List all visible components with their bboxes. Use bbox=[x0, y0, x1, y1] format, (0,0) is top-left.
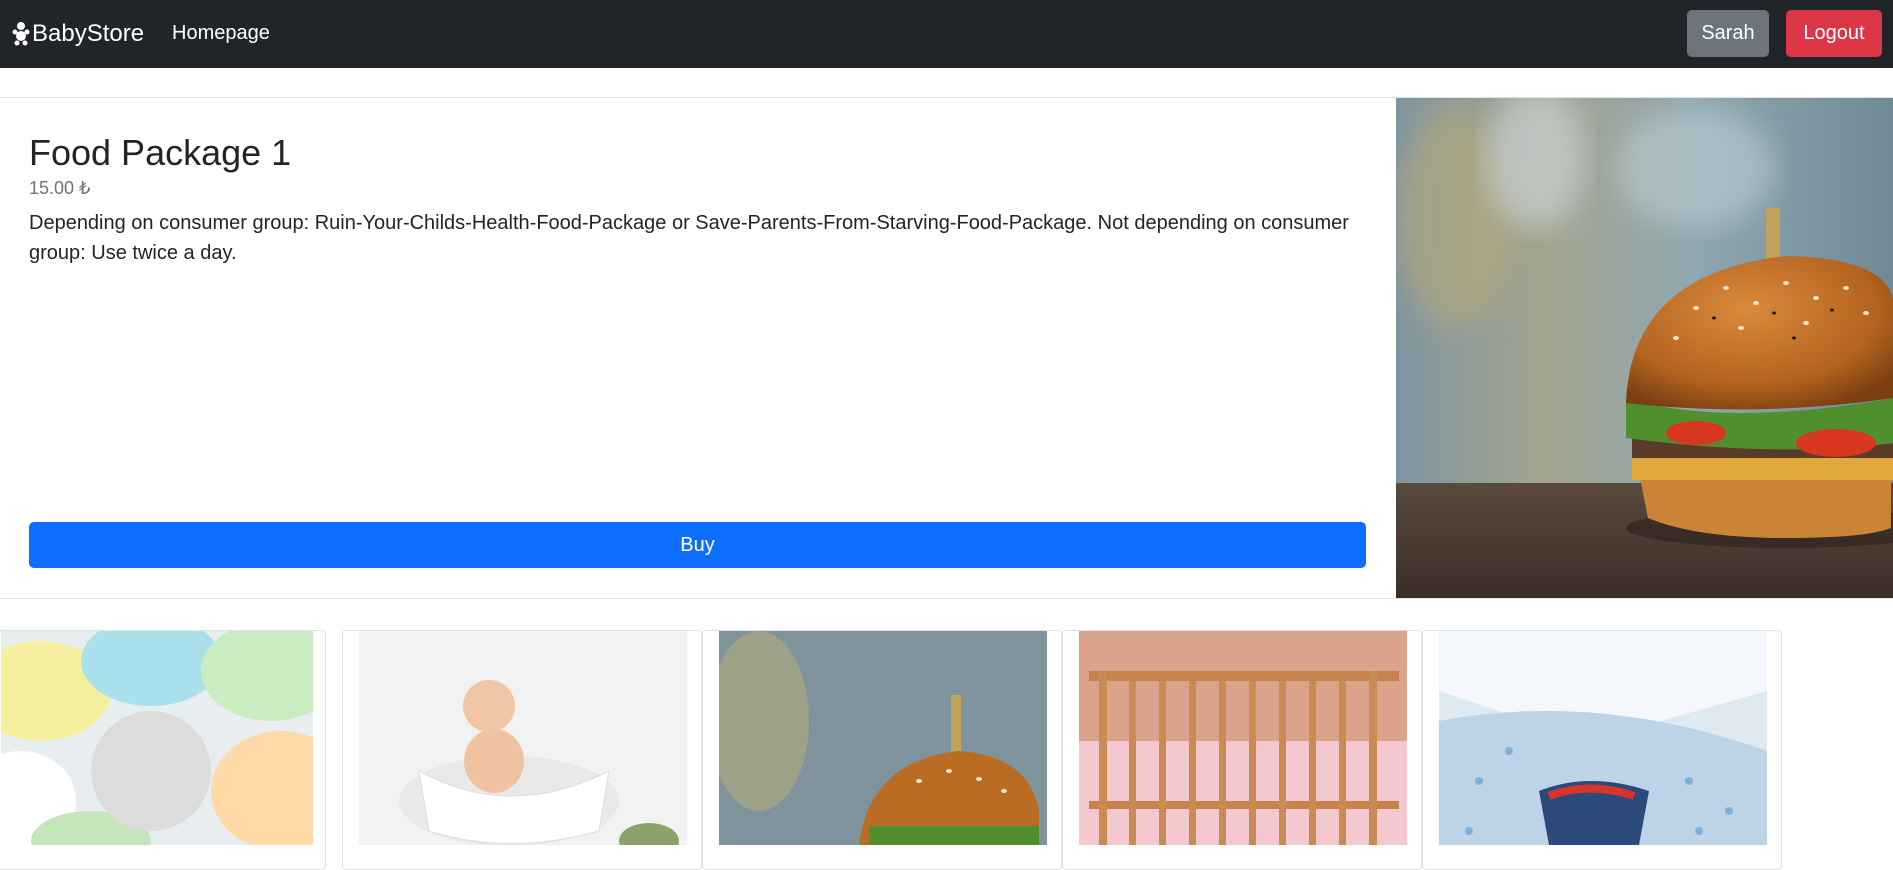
product-description: Depending on consumer group: Ruin-Your-C… bbox=[29, 212, 1349, 264]
baby-in-bathtub-image bbox=[359, 631, 687, 845]
product-card: Food Package 1 15.00 ₺ Depending on cons… bbox=[0, 97, 1893, 599]
brand-link[interactable]: BabyStore bbox=[12, 19, 144, 49]
product-card-body: Food Package 1 15.00 ₺ Depending on cons… bbox=[0, 98, 1396, 598]
navbar: BabyStore Homepage Sarah Logout bbox=[0, 0, 1893, 68]
thumbnail-card[interactable] bbox=[0, 630, 326, 870]
wooden-crib-image bbox=[1079, 631, 1407, 845]
thumbnail-card[interactable] bbox=[702, 630, 1062, 870]
brand-name: BabyStore bbox=[32, 20, 145, 47]
baby-clothes-image bbox=[1439, 631, 1767, 845]
thumbnail-card[interactable] bbox=[1062, 630, 1422, 870]
burger-image bbox=[719, 631, 1047, 845]
burger-image bbox=[1396, 98, 1893, 598]
cloth-diapers-image bbox=[1, 631, 313, 845]
product-title: Food Package 1 bbox=[29, 132, 292, 173]
product-price: 15.00 ₺ bbox=[29, 178, 91, 198]
thumbnail-card[interactable] bbox=[1422, 630, 1782, 870]
thumbnail-card[interactable] bbox=[342, 630, 702, 870]
product-thumbnails bbox=[0, 630, 1893, 870]
user-button[interactable]: Sarah bbox=[1687, 10, 1769, 57]
baby-icon bbox=[12, 20, 30, 48]
nav-homepage-link[interactable]: Homepage bbox=[172, 22, 270, 45]
logout-button[interactable]: Logout bbox=[1786, 10, 1882, 57]
buy-button[interactable]: Buy bbox=[29, 522, 1366, 568]
